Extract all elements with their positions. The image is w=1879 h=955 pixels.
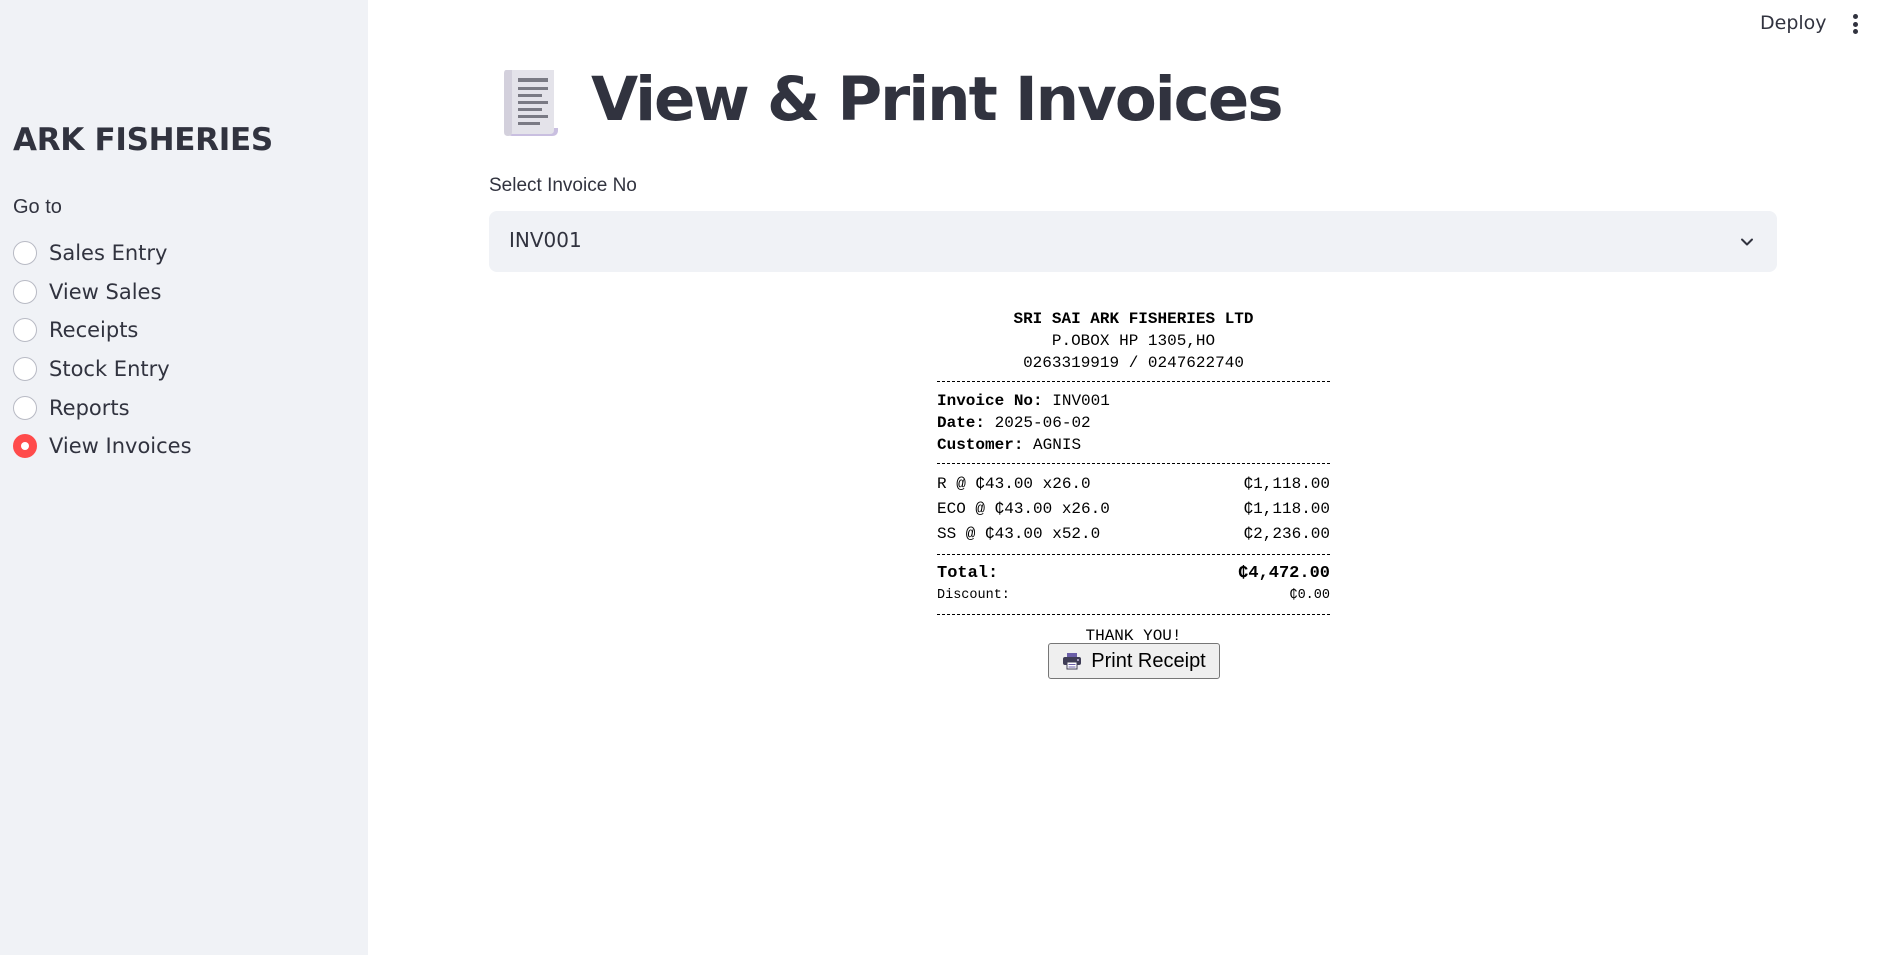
receipt-discount-label: Discount:	[937, 588, 1010, 603]
navigation-radio-group: Sales Entry View Sales Receipts Stock En…	[13, 234, 192, 466]
page-title: View & Print Invoices	[591, 64, 1284, 135]
receipt-divider	[937, 614, 1330, 615]
nav-radio-label: Receipts	[49, 318, 139, 343]
deploy-button[interactable]: Deploy	[1760, 10, 1827, 36]
nav-radio-view-invoices[interactable]: View Invoices	[13, 427, 192, 466]
receipt-company-name: SRI SAI ARK FISHERIES LTD	[1013, 310, 1254, 328]
receipt-phones: 0263319919 / 0247622740	[1023, 354, 1244, 372]
radio-button-icon[interactable]	[13, 241, 37, 266]
invoice-select[interactable]: INV001	[489, 211, 1777, 272]
print-receipt-button[interactable]: Print Receipt	[1048, 643, 1220, 679]
receipt-invoice-no: INV001	[1052, 392, 1110, 410]
nav-radio-stock-entry[interactable]: Stock Entry	[13, 350, 192, 389]
receipt-item-row: SS @ ₵43.00 x52.0 ₵2,236.00	[937, 522, 1330, 547]
receipt-item-amount: ₵1,118.00	[1243, 475, 1330, 493]
radio-button-selected-icon[interactable]	[13, 434, 37, 459]
receipt-item-row: ECO @ ₵43.00 x26.0 ₵1,118.00	[937, 497, 1330, 522]
receipt-customer-line: Customer: AGNIS	[937, 434, 1330, 456]
receipt-invoice-line: Invoice No: INV001	[937, 390, 1330, 412]
receipt-discount: ₵0.00	[1289, 588, 1330, 603]
receipt-total-label: Total:	[937, 564, 999, 583]
receipt-item-desc: R @ ₵43.00 x26.0	[937, 475, 1091, 493]
receipt-customer: AGNIS	[1033, 436, 1082, 454]
printer-icon	[1063, 653, 1082, 670]
receipt-divider	[937, 554, 1330, 555]
nav-radio-view-sales[interactable]: View Sales	[13, 273, 192, 312]
receipt-divider	[937, 463, 1330, 464]
kebab-menu-icon[interactable]	[1848, 12, 1862, 36]
nav-radio-label: View Invoices	[49, 434, 192, 459]
receipt: SRI SAI ARK FISHERIES LTD P.OBOX HP 1305…	[937, 308, 1330, 647]
receipt-address: P.OBOX HP 1305,HO	[1051, 332, 1216, 350]
receipt-divider	[937, 381, 1330, 382]
menu-dot	[1852, 29, 1858, 34]
receipt-icon	[502, 68, 560, 138]
invoice-select-value: INV001	[509, 228, 582, 252]
sidebar: ARK FISHERIES Go to Sales Entry View Sal…	[0, 0, 368, 955]
nav-radio-label: Reports	[49, 395, 130, 420]
nav-radio-receipts[interactable]: Receipts	[13, 311, 192, 350]
receipt-date-label: Date:	[937, 414, 986, 432]
menu-dot	[1852, 14, 1858, 19]
receipt-invoice-label: Invoice No:	[937, 392, 1043, 410]
nav-radio-reports[interactable]: Reports	[13, 388, 192, 427]
receipt-date: 2025-06-02	[994, 414, 1091, 432]
receipt-total: ₵4,472.00	[1238, 564, 1330, 583]
receipt-date-line: Date: 2025-06-02	[937, 412, 1330, 434]
radio-button-icon[interactable]	[13, 279, 37, 304]
select-invoice-label: Select Invoice No	[489, 175, 637, 196]
nav-radio-label: View Sales	[49, 279, 162, 304]
receipt-item-desc: ECO @ ₵43.00 x26.0	[937, 500, 1110, 518]
receipt-discount-row: Discount: ₵0.00	[937, 585, 1330, 607]
chevron-down-icon	[1741, 238, 1753, 246]
receipt-item-desc: SS @ ₵43.00 x52.0	[937, 525, 1101, 543]
radio-button-icon[interactable]	[13, 395, 37, 420]
goto-label: Go to	[13, 196, 62, 218]
print-receipt-label: Print Receipt	[1091, 649, 1206, 672]
sidebar-title: ARK FISHERIES	[13, 122, 273, 158]
nav-radio-label: Stock Entry	[49, 357, 170, 382]
radio-button-icon[interactable]	[13, 318, 37, 343]
nav-radio-sales-entry[interactable]: Sales Entry	[13, 234, 192, 273]
receipt-item-amount: ₵1,118.00	[1243, 500, 1330, 518]
receipt-total-row: Total: ₵4,472.00	[937, 563, 1330, 585]
receipt-item-row: R @ ₵43.00 x26.0 ₵1,118.00	[937, 472, 1330, 497]
nav-radio-label: Sales Entry	[49, 241, 168, 266]
menu-dot	[1852, 21, 1858, 27]
radio-button-icon[interactable]	[13, 357, 37, 382]
receipt-customer-label: Customer:	[937, 436, 1024, 454]
receipt-item-amount: ₵2,236.00	[1243, 525, 1330, 543]
